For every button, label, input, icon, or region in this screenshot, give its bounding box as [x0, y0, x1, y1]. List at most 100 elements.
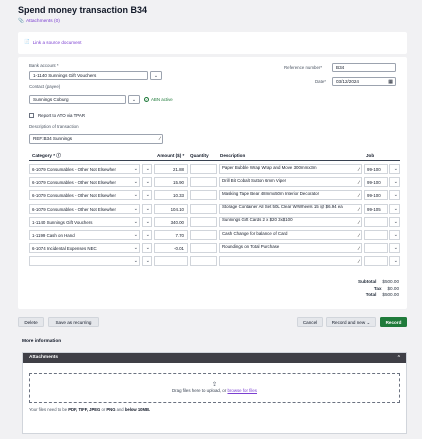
job-select[interactable]: [364, 216, 388, 227]
category-select[interactable]: 1-1199 Cash on Hand ⌄: [29, 230, 140, 240]
attachments-link[interactable]: 📎 Attachments (0): [18, 19, 404, 24]
job-dropdown[interactable]: ⌄: [389, 177, 400, 188]
description-input[interactable]: Drill Bit Cobalt Sutton 6mm Viper ∕: [219, 177, 362, 188]
chevron-down-icon: ⌄: [133, 258, 138, 265]
column-header-quantity: Quantity: [190, 153, 209, 158]
contact-dropdown[interactable]: ⌄: [128, 95, 140, 104]
attachments-link-label[interactable]: Attachments (0): [26, 19, 60, 24]
job-select[interactable]: [364, 230, 388, 240]
quantity-input[interactable]: [190, 230, 217, 240]
category-value: 6-1079 Consumables - Other Not Elsewher: [32, 206, 116, 212]
cancel-button[interactable]: Cancel: [297, 317, 323, 327]
amount-input[interactable]: 15.90: [154, 177, 188, 188]
category-dropdown[interactable]: ⌄: [142, 190, 152, 201]
description-value: Masking Tape Bear 48mmx50m Interior Deco…: [222, 190, 320, 196]
job-dropdown[interactable]: ⌄: [389, 216, 400, 227]
quantity-input[interactable]: [190, 243, 217, 254]
chevron-up-icon[interactable]: ⌃: [397, 353, 401, 363]
contact-field[interactable]: Sunnings Coburg: [29, 95, 126, 104]
resize-handle-icon: ∕: [358, 259, 360, 266]
category-select[interactable]: 1-1140 Sunnings Gift Vouchers ⌄: [29, 216, 140, 227]
chevron-down-icon: ⌄: [393, 245, 398, 252]
save-recurring-button[interactable]: Save as recurring: [48, 317, 99, 327]
link-source-document[interactable]: 📄 Link a source document: [24, 39, 401, 45]
quantity-input[interactable]: [190, 177, 217, 188]
link-source-document-label[interactable]: Link a source document: [33, 40, 82, 45]
quantity-input[interactable]: [190, 216, 217, 227]
category-select[interactable]: 6-1079 Consumables - Other Not Elsewher ⌄: [29, 203, 140, 214]
category-dropdown[interactable]: ⌄: [142, 216, 152, 227]
description-field[interactable]: REF:B34 Sunnings ∕: [29, 134, 163, 144]
action-bar: Delete Save as recurring Cancel Record a…: [18, 317, 407, 329]
description-input[interactable]: Masking Tape Bear 48mmx50m Interior Deco…: [219, 190, 362, 201]
job-select[interactable]: 99-100: [364, 190, 388, 201]
delete-button[interactable]: Delete: [18, 317, 44, 327]
description-value: Roundings on Total Purchase: [222, 243, 280, 249]
abn-status-label: ABN active: [151, 97, 173, 102]
category-dropdown[interactable]: ⌄: [142, 230, 152, 240]
amount-input[interactable]: 104.10: [154, 203, 188, 214]
job-select[interactable]: [364, 256, 388, 267]
job-dropdown[interactable]: ⌄: [389, 203, 400, 214]
amount-input[interactable]: [154, 256, 188, 267]
category-select[interactable]: 6-1074 Incidental Expenses NEC ⌄: [29, 243, 140, 254]
category-dropdown[interactable]: ⌄: [142, 243, 152, 254]
contact-label: Contact (payee): [29, 84, 61, 89]
category-value: 6-1079 Consumables - Other Not Elsewher: [32, 193, 116, 199]
job-select[interactable]: [364, 243, 388, 254]
document-icon: 📄: [24, 39, 30, 44]
description-input[interactable]: Sunnings Gift Cards 2 x $20 3x$100 ∕: [219, 216, 362, 227]
category-select[interactable]: 6-1079 Consumables - Other Not Elsewher ⌄: [29, 177, 140, 188]
category-dropdown[interactable]: ⌄: [142, 164, 152, 174]
reference-field[interactable]: B34: [332, 63, 396, 72]
job-select[interactable]: 99-100: [364, 164, 388, 174]
attachments-panel-header[interactable]: Attachments ⌃: [23, 353, 406, 363]
description-input[interactable]: Storage Container All Set 50L Clear W/Wh…: [219, 203, 362, 214]
quantity-input[interactable]: [190, 190, 217, 201]
contact-value: Sunnings Coburg: [33, 97, 69, 102]
description-input[interactable]: ∕: [219, 256, 362, 267]
quantity-input[interactable]: [190, 164, 217, 174]
chevron-down-icon: ⌄: [393, 218, 398, 225]
record-and-new-button[interactable]: Record and new ⌄: [326, 317, 376, 327]
job-select[interactable]: 99-100: [364, 177, 388, 188]
job-dropdown[interactable]: ⌄: [389, 243, 400, 254]
job-dropdown[interactable]: ⌄: [389, 190, 400, 201]
bank-account-dropdown[interactable]: ⌄: [150, 71, 162, 80]
description-input[interactable]: Paper Bubble Wrap Wrap and Move 300mmx3m…: [219, 164, 362, 174]
category-dropdown[interactable]: ⌄: [142, 203, 152, 214]
amount-input[interactable]: 10.33: [154, 190, 188, 201]
amount-input[interactable]: -0.01: [154, 243, 188, 254]
amount-input[interactable]: 340.00: [154, 216, 188, 227]
job-dropdown[interactable]: ⌄: [389, 230, 400, 240]
category-dropdown[interactable]: ⌄: [142, 177, 152, 188]
job-select[interactable]: 99-105: [364, 203, 388, 214]
category-select[interactable]: 6-1079 Consumables - Other Not Elsewher ⌄: [29, 190, 140, 201]
description-input[interactable]: Roundings on Total Purchase ∕: [219, 243, 362, 254]
date-field[interactable]: 03/12/2024 ▦: [332, 77, 396, 86]
resize-handle-icon: ∕: [159, 135, 161, 142]
chevron-down-icon: ⌄: [366, 320, 371, 325]
check-circle-icon: ✓: [144, 97, 149, 102]
bank-account-field[interactable]: 1-1140 Sunnings Gift Vouchers: [29, 71, 148, 80]
description-input[interactable]: Cash Change for balance of Card ∕: [219, 230, 362, 240]
quantity-input[interactable]: [190, 203, 217, 214]
category-select[interactable]: 6-1079 Consumables - Other Not Elsewher ⌄: [29, 164, 140, 174]
amount-input[interactable]: 21.88: [154, 164, 188, 174]
report-ato-label: Report to ATO via TPAR: [38, 113, 86, 118]
browse-files-link[interactable]: browse for files: [227, 388, 257, 393]
amount-input[interactable]: 7.70: [154, 230, 188, 240]
job-dropdown[interactable]: ⌄: [389, 256, 400, 267]
calendar-icon[interactable]: ▦: [388, 78, 393, 85]
category-select[interactable]: ⌄: [29, 256, 140, 267]
paperclip-icon: 📎: [18, 19, 24, 24]
chevron-down-icon: ⌄: [145, 218, 150, 225]
category-dropdown[interactable]: ⌄: [142, 256, 152, 267]
record-button[interactable]: Record: [380, 317, 407, 327]
chevron-down-icon: ⌄: [145, 179, 150, 186]
job-dropdown[interactable]: ⌄: [389, 164, 400, 174]
report-ato-checkbox[interactable]: [29, 113, 34, 118]
file-dropzone[interactable]: ⇪ Drag files here to upload, or browse f…: [29, 373, 400, 403]
job-value: 99-105: [367, 206, 381, 212]
quantity-input[interactable]: [190, 256, 217, 267]
